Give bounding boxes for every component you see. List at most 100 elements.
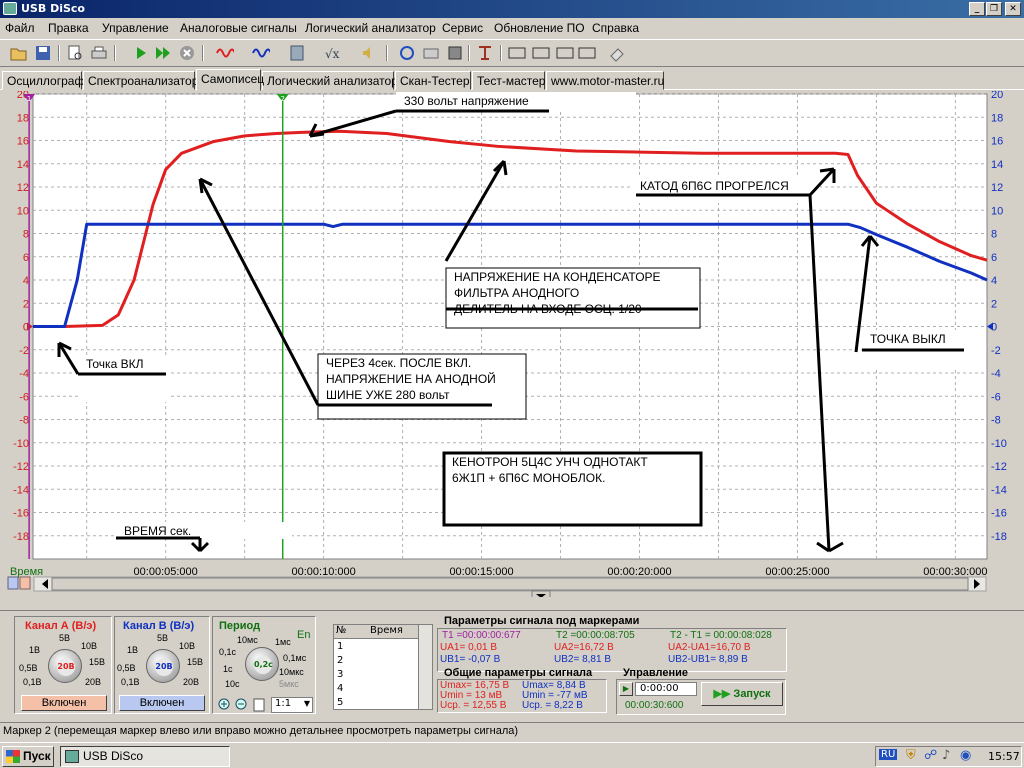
- annotation-keno: КЕНОТРОН 5Ц4С УНЧ ОДНОТАКТ 6Ж1П + 6П6С МО…: [442, 451, 703, 527]
- ua1-value: UA1= 0,01 В: [440, 642, 497, 653]
- y-tick-label-b: 20: [991, 91, 1003, 101]
- device-icon[interactable]: ◉: [960, 748, 971, 763]
- table-scrollbar[interactable]: [418, 625, 432, 709]
- zoom-in-icon[interactable]: [217, 697, 233, 713]
- tab-recorder[interactable]: Самописец: [196, 69, 264, 91]
- channel-b-tick: 0,1В: [121, 677, 140, 687]
- tab-website[interactable]: www.motor-master.ru: [546, 71, 664, 90]
- table-row[interactable]: 2: [337, 655, 343, 666]
- maximize-button[interactable]: ❐: [986, 2, 1002, 16]
- stop-icon[interactable]: [178, 44, 196, 62]
- fast-forward-icon[interactable]: [154, 44, 172, 62]
- start-button[interactable]: ▶▶ Запуск: [701, 682, 783, 706]
- x-tick-label: 00:00:10:000: [292, 566, 356, 578]
- menu-analog-signals[interactable]: Аналоговые сигналы: [180, 21, 297, 35]
- page-icon[interactable]: [251, 697, 267, 713]
- start-label: Пуск: [23, 749, 51, 763]
- y-tick-label-a: 18: [17, 112, 29, 124]
- table-row[interactable]: 1: [337, 641, 343, 652]
- annotation-katod: КАТОД 6П6С ПРОГРЕЛСЯ: [632, 177, 820, 203]
- zoom-out-icon[interactable]: [234, 697, 250, 713]
- play-small-button[interactable]: ▶: [619, 682, 633, 696]
- period-knob[interactable]: 0,2с: [245, 647, 279, 681]
- menu-update[interactable]: Обновление ПО: [494, 21, 585, 35]
- speaker-tray-icon[interactable]: ♪: [942, 748, 950, 763]
- menu-help[interactable]: Справка: [592, 21, 639, 35]
- open-folder-icon[interactable]: [10, 44, 28, 62]
- y-tick-label-b: 4: [991, 275, 997, 287]
- i2c-icon[interactable]: [556, 44, 574, 62]
- title-bar[interactable]: USB DiSco _ ❐ ✕: [0, 0, 1024, 18]
- menu-edit[interactable]: Правка: [48, 21, 89, 35]
- tab-oscilloscope[interactable]: Осциллограф: [2, 71, 84, 90]
- channel-a-knob[interactable]: 20В: [48, 649, 82, 683]
- annotation-text: ТОЧКА ВЫКЛ: [870, 332, 946, 346]
- refresh-icon[interactable]: [398, 44, 416, 62]
- speaker-icon[interactable]: [360, 44, 378, 62]
- calculator-icon[interactable]: [288, 44, 306, 62]
- table-row[interactable]: 3: [337, 669, 343, 680]
- shield-icon[interactable]: ⛨: [906, 748, 916, 763]
- channel-a-zero-marker: [27, 322, 33, 331]
- app-icon: [65, 750, 79, 763]
- channel-b-label: Канал В (В/э): [123, 620, 195, 632]
- menu-control[interactable]: Управление: [102, 21, 169, 35]
- save-icon[interactable]: [34, 44, 52, 62]
- marker-table[interactable]: № Время 1 2 3 4 5: [333, 624, 433, 710]
- annotation-text: НАПРЯЖЕНИЕ НА КОНДЕНСАТОРЕ: [454, 270, 661, 284]
- print-icon[interactable]: [90, 44, 108, 62]
- math-function-icon[interactable]: √x: [324, 44, 342, 62]
- channel-a-tick: 10В: [81, 641, 98, 651]
- minimize-button[interactable]: _: [969, 2, 985, 16]
- spi-icon[interactable]: [532, 44, 550, 62]
- system-tray: RU ⛨ ☍ ♪ ◉ 15:57: [875, 746, 1022, 767]
- close-button[interactable]: ✕: [1005, 2, 1021, 16]
- card-icon[interactable]: [422, 44, 440, 62]
- channel-b-tick: 20В: [183, 677, 200, 687]
- period-tick: 10мс: [237, 635, 258, 645]
- channel-a-knob-value: 20В: [57, 658, 75, 676]
- channel-b-knob[interactable]: 20В: [146, 649, 180, 683]
- start-button[interactable]: Пуск: [2, 746, 54, 767]
- channel-a-tick: 1В: [29, 645, 41, 655]
- channel-b-enable-button[interactable]: Включен: [119, 695, 205, 711]
- y-tick-label-b: 16: [991, 136, 1003, 148]
- tab-logic-analyzer[interactable]: Логический анализатор: [262, 71, 398, 90]
- signal-a-icon[interactable]: [216, 44, 234, 62]
- chart-svg[interactable]: 20 2018 1816 1614 1412 1210 108 86 64 42 20 0-2 -2-4…: [4, 91, 1020, 597]
- language-indicator[interactable]: RU: [879, 749, 898, 760]
- period-en: En: [297, 629, 311, 641]
- ratio-select[interactable]: 1:1 ▼: [271, 697, 313, 713]
- menu-logic-analyzer[interactable]: Логический анализатор: [305, 21, 436, 35]
- eraser-icon[interactable]: [608, 44, 626, 62]
- play-icon[interactable]: [132, 44, 150, 62]
- network-icon[interactable]: ☍: [924, 748, 937, 763]
- chevron-down-icon[interactable]: ▼: [304, 699, 310, 708]
- menu-file[interactable]: Файл: [5, 21, 35, 35]
- x-tick-label: 00:00:30:000: [923, 566, 987, 578]
- time-input[interactable]: 0:00:00: [635, 682, 697, 696]
- elapsed-time: 00:00:30:600: [625, 700, 684, 711]
- y-tick-label-b: -2: [991, 345, 1001, 357]
- y-tick-label-b: 2: [991, 298, 997, 310]
- menu-service[interactable]: Сервис: [442, 21, 483, 35]
- y-tick-label-a: -8: [19, 415, 29, 427]
- tab-scan-tester[interactable]: Скан-Тестер: [395, 71, 471, 90]
- channel-b-tick: 10В: [179, 641, 196, 651]
- scrollbar-thumb: [51, 577, 969, 591]
- taskbar-app-button[interactable]: USB DiSco: [60, 746, 230, 767]
- table-row[interactable]: 4: [337, 683, 343, 694]
- tab-test-master[interactable]: Тест-мастер: [472, 71, 545, 90]
- channel-a-enable-button[interactable]: Включен: [21, 695, 107, 711]
- 1wire-icon[interactable]: [578, 44, 596, 62]
- uart-icon[interactable]: [508, 44, 526, 62]
- memory-icon[interactable]: [446, 44, 464, 62]
- probe-icon[interactable]: [476, 44, 494, 62]
- signal-b-icon[interactable]: [252, 44, 270, 62]
- marker-handle-label: 2: [280, 95, 284, 103]
- control-title: Управление: [623, 667, 689, 679]
- print-preview-icon[interactable]: [66, 44, 84, 62]
- recorder-chart[interactable]: 20 20 18 18 16 16 14 14 12 12 10 10 8 8 6 6 4 4 2 2 0 0 -2 -2 -4…: [4, 91, 1020, 597]
- tab-spectrum-analyzer[interactable]: Спектроанализатор: [83, 71, 198, 90]
- table-row[interactable]: 5: [337, 697, 343, 708]
